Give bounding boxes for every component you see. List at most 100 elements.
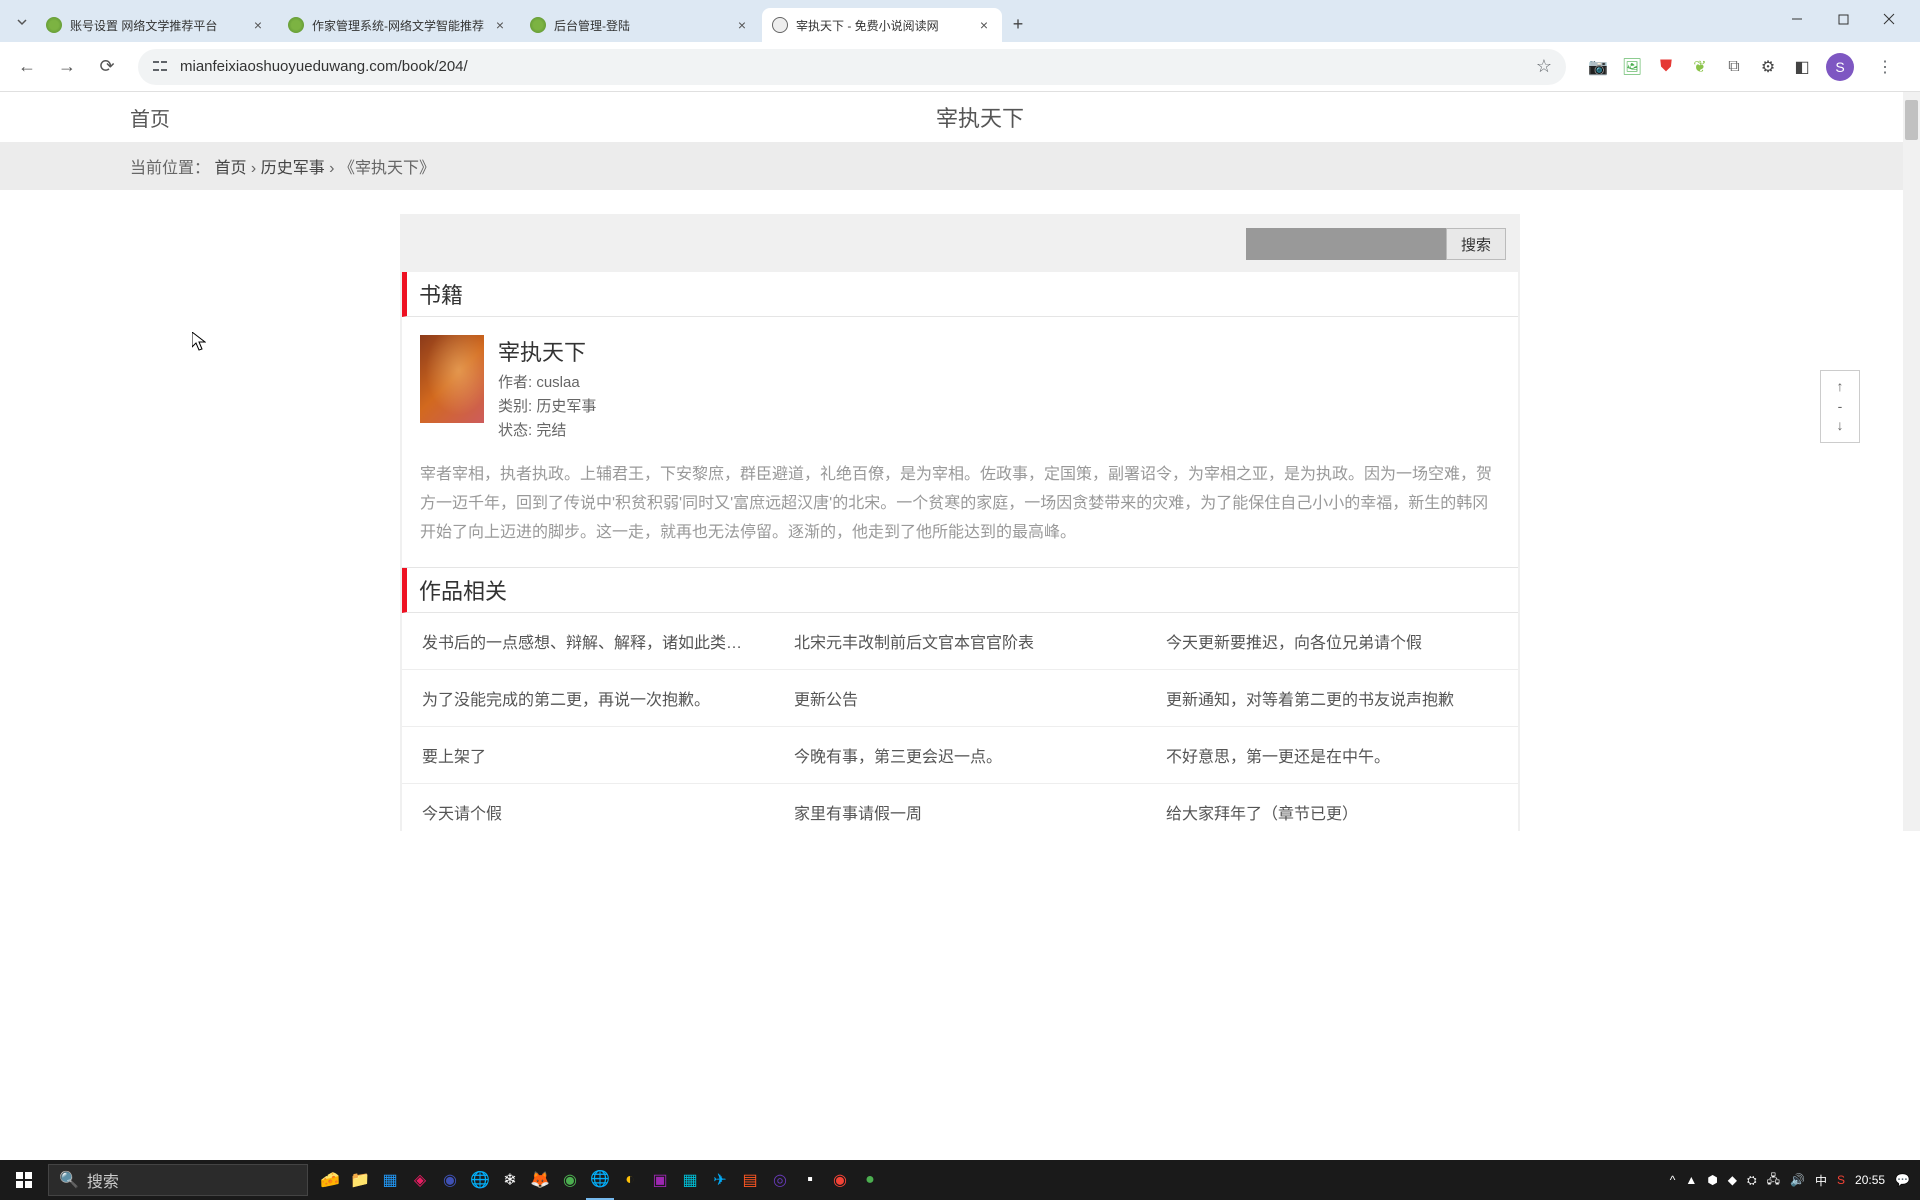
taskbar-app[interactable]: 🧀 (316, 1160, 344, 1200)
breadcrumb-current: 《宰执天下》 (339, 160, 435, 177)
search-button[interactable]: 搜索 (1446, 228, 1506, 260)
taskbar-search[interactable]: 🔍 搜索 (48, 1164, 308, 1196)
scroll-up-icon[interactable]: ↑ (1821, 377, 1859, 397)
taskbar-app[interactable]: ▦ (676, 1160, 704, 1200)
system-tray: ^ ▲ ⬢ ◆ ⛭ 🖧 🔊 中 S 20:55 💬 (1660, 1170, 1920, 1191)
extension-shield-icon[interactable]: ⛊ (1656, 57, 1676, 77)
browser-tab[interactable]: 后台管理-登陆× (520, 8, 760, 42)
tab-close-icon[interactable]: × (250, 17, 266, 33)
extension-copy-icon[interactable]: ⧉ (1724, 57, 1744, 77)
taskbar-apps: 🧀 📁 ▦ ◈ ◉ 🌐 ❄ 🦊 ◉ 🌐 ◐ ▣ ▦ ✈ ▤ ◎ ▪ ◉ ● (316, 1160, 1660, 1200)
taskbar-search-placeholder: 搜索 (87, 1168, 119, 1192)
taskbar-app[interactable]: ▤ (736, 1160, 764, 1200)
site-settings-icon[interactable] (152, 58, 170, 76)
tray-icon[interactable]: ⬢ (1707, 1173, 1717, 1187)
chapter-link[interactable]: 要上架了 (402, 727, 774, 784)
chapter-link[interactable]: 给大家拜年了（章节已更） (1146, 784, 1518, 831)
tray-icon[interactable]: ▲ (1685, 1173, 1697, 1187)
chapter-link[interactable]: 发书后的一点感想、辩解、解释，诸如此类的废话 (402, 613, 774, 670)
url-text: mianfeixiaoshuoyueduwang.com/book/204/ (180, 58, 1536, 75)
tray-ime[interactable]: 中 (1815, 1172, 1827, 1189)
browser-tab[interactable]: 账号设置 网络文学推荐平台× (36, 8, 276, 42)
browser-toolbar: ← → ⟳ mianfeixiaoshuoyueduwang.com/book/… (0, 42, 1920, 92)
windows-taskbar: 🔍 搜索 🧀 📁 ▦ ◈ ◉ 🌐 ❄ 🦊 ◉ 🌐 ◐ ▣ ▦ ✈ ▤ ◎ ▪ ◉… (0, 1160, 1920, 1200)
taskbar-chrome[interactable]: 🌐 (466, 1160, 494, 1200)
browser-tab[interactable]: 宰执天下 - 免费小说阅读网× (762, 8, 1002, 42)
taskbar-app[interactable]: ◎ (766, 1160, 794, 1200)
tray-icon[interactable]: ⛭ (1747, 1173, 1757, 1188)
taskbar-app[interactable]: ◉ (436, 1160, 464, 1200)
extensions-puzzle-icon[interactable]: ⚙ (1758, 57, 1778, 77)
chapter-link[interactable]: 更新通知，对等着第二更的书友说声抱歉 (1146, 670, 1518, 727)
site-header: 首页 宰执天下 (0, 92, 1920, 142)
taskbar-wechat[interactable]: ◉ (556, 1160, 584, 1200)
taskbar-firefox[interactable]: 🦊 (526, 1160, 554, 1200)
chapter-link[interactable]: 今天请个假 (402, 784, 774, 831)
scrollbar[interactable] (1903, 92, 1920, 831)
window-close[interactable] (1866, 4, 1912, 34)
browser-menu[interactable]: ⋮ (1868, 57, 1902, 77)
new-tab-button[interactable]: + (1004, 10, 1032, 38)
taskbar-terminal[interactable]: ▪ (796, 1160, 824, 1200)
bookmark-star-icon[interactable]: ☆ (1536, 56, 1552, 77)
tab-close-icon[interactable]: × (976, 17, 992, 33)
tab-close-icon[interactable]: × (492, 17, 508, 33)
taskbar-chrome-active[interactable]: 🌐 (586, 1160, 614, 1200)
tray-clock[interactable]: 20:55 (1855, 1173, 1885, 1187)
book-status: 状态: 完结 (498, 419, 596, 443)
extension-leaf-icon[interactable]: ❦ (1690, 57, 1710, 77)
taskbar-app[interactable]: ▣ (646, 1160, 674, 1200)
tab-list-dropdown[interactable] (8, 8, 36, 36)
chapter-link[interactable]: 不好意思，第一更还是在中午。 (1146, 727, 1518, 784)
taskbar-explorer[interactable]: 📁 (346, 1160, 374, 1200)
taskbar-app[interactable]: ◐ (616, 1160, 644, 1200)
chapter-link[interactable]: 家里有事请假一周 (774, 784, 1146, 831)
scroll-down-icon[interactable]: ↓ (1821, 416, 1859, 436)
start-button[interactable] (0, 1160, 48, 1200)
taskbar-app[interactable]: ✈ (706, 1160, 734, 1200)
tray-notifications-icon[interactable]: 💬 (1895, 1173, 1910, 1187)
book-cover[interactable] (420, 335, 484, 423)
tab-title: 作家管理系统-网络文学智能推荐 (312, 17, 492, 34)
profile-avatar[interactable]: S (1826, 53, 1854, 81)
taskbar-app[interactable]: ◈ (406, 1160, 434, 1200)
chapter-link[interactable]: 今天更新要推迟，向各位兄弟请个假 (1146, 613, 1518, 670)
taskbar-app[interactable]: ◉ (826, 1160, 854, 1200)
tab-close-icon[interactable]: × (734, 17, 750, 33)
side-panel-icon[interactable]: ◧ (1792, 57, 1812, 77)
breadcrumb-category[interactable]: 历史军事 (261, 160, 325, 177)
chapter-link[interactable]: 北宋元丰改制前后文官本官官阶表 (774, 613, 1146, 670)
search-input[interactable] (1246, 228, 1446, 260)
extension-image-icon[interactable]: 🖼 (1622, 57, 1642, 77)
taskbar-app[interactable]: ● (856, 1160, 884, 1200)
tray-icon[interactable]: ◆ (1728, 1173, 1737, 1187)
search-icon: 🔍 (59, 1170, 79, 1190)
tray-network-icon[interactable]: 🖧 (1767, 1170, 1780, 1191)
address-bar[interactable]: mianfeixiaoshuoyueduwang.com/book/204/ ☆ (138, 49, 1566, 85)
breadcrumb-label: 当前位置： (130, 160, 210, 177)
nav-home-link[interactable]: 首页 (130, 103, 170, 132)
tray-volume-icon[interactable]: 🔊 (1790, 1173, 1805, 1187)
window-minimize[interactable] (1774, 4, 1820, 34)
taskbar-app[interactable]: ▦ (376, 1160, 404, 1200)
tab-title: 账号设置 网络文学推荐平台 (70, 17, 250, 34)
chapter-link[interactable]: 更新公告 (774, 670, 1146, 727)
tray-icon[interactable]: S (1837, 1173, 1845, 1187)
reload-button[interactable]: ⟳ (90, 50, 124, 84)
forward-button[interactable]: → (50, 50, 84, 84)
extension-camera-icon[interactable]: 📷 (1588, 57, 1608, 77)
page-viewport: 首页 宰执天下 当前位置： 首页 › 历史军事 › 《宰执天下》 搜索 书籍 宰… (0, 92, 1920, 831)
chapter-link[interactable]: 今晚有事，第三更会迟一点。 (774, 727, 1146, 784)
tray-chevron-icon[interactable]: ^ (1670, 1173, 1676, 1187)
tab-favicon-icon (530, 17, 546, 33)
window-maximize[interactable] (1820, 4, 1866, 34)
scroll-helper[interactable]: ↑ - ↓ (1820, 370, 1860, 443)
breadcrumb-home[interactable]: 首页 (214, 160, 246, 177)
taskbar-app[interactable]: ❄ (496, 1160, 524, 1200)
breadcrumb: 当前位置： 首页 › 历史军事 › 《宰执天下》 (0, 142, 1920, 190)
browser-tab[interactable]: 作家管理系统-网络文学智能推荐× (278, 8, 518, 42)
book-description: 宰者宰相，执者执政。上辅君王，下安黎庶，群臣避道，礼绝百僚，是为宰相。佐政事，定… (402, 461, 1518, 568)
tab-favicon-icon (46, 17, 62, 33)
back-button[interactable]: ← (10, 50, 44, 84)
chapter-link[interactable]: 为了没能完成的第二更，再说一次抱歉。 (402, 670, 774, 727)
